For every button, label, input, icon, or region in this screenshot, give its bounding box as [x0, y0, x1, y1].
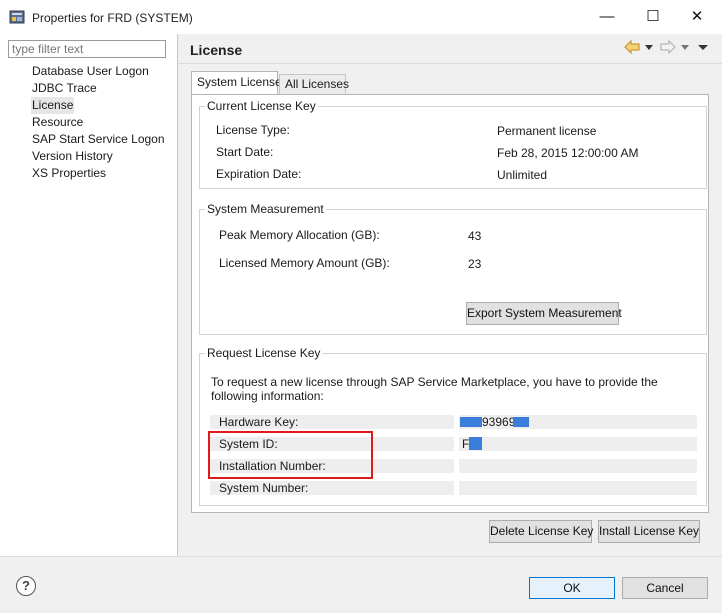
redaction-mark — [460, 417, 482, 427]
window-title: Properties for FRD (SYSTEM) — [32, 11, 193, 25]
license-type-label: License Type: — [216, 123, 290, 137]
navigation-pane — [0, 34, 177, 556]
nav-item-license[interactable]: License — [31, 97, 75, 114]
peak-memory-label: Peak Memory Allocation (GB): — [219, 228, 380, 242]
nav-item-jdbc-trace[interactable]: JDBC Trace — [31, 80, 98, 97]
ok-button[interactable]: OK — [529, 577, 615, 599]
page-title: License — [190, 42, 243, 58]
app-icon — [9, 10, 25, 24]
nav-item-database-user-logon[interactable]: Database User Logon — [31, 63, 150, 80]
peak-memory-value: 43 — [468, 229, 482, 243]
start-date-value: Feb 28, 2015 12:00:00 AM — [497, 146, 639, 160]
filter-input[interactable] — [8, 40, 166, 58]
redaction-mark — [513, 417, 529, 427]
help-icon[interactable]: ? — [16, 576, 36, 596]
nav-item-version-history[interactable]: Version History — [31, 148, 114, 165]
close-button[interactable]: ✕ — [682, 6, 712, 28]
hardware-key-label: Hardware Key: — [219, 415, 299, 429]
tab-all-licenses[interactable]: All Licenses — [279, 74, 349, 94]
back-arrow-icon[interactable] — [624, 39, 640, 56]
licensed-memory-label: Licensed Memory Amount (GB): — [219, 256, 390, 270]
start-date-label: Start Date: — [216, 145, 274, 159]
group-title: Current License Key — [205, 99, 318, 113]
nav-item-xs-properties[interactable]: XS Properties — [31, 165, 107, 182]
expiration-date-value: Unlimited — [497, 168, 548, 182]
expiration-date-label: Expiration Date: — [216, 167, 302, 181]
install-license-key-button[interactable]: Install License Key — [598, 520, 700, 543]
request-intro-text: To request a new license through SAP Ser… — [211, 375, 658, 403]
export-system-measurement-button[interactable]: Export System Measurement — [466, 302, 622, 325]
delete-license-key-button[interactable]: Delete License Key — [489, 520, 593, 543]
license-type-value: Permanent license — [497, 124, 597, 138]
hardware-key-value: 93969 — [482, 415, 516, 429]
dropdown-icon[interactable] — [681, 40, 689, 56]
forward-arrow-icon[interactable] — [660, 39, 676, 56]
nav-item-resource[interactable]: Resource — [31, 114, 84, 131]
view-menu-icon[interactable] — [698, 40, 708, 56]
cancel-button[interactable]: Cancel — [622, 577, 708, 599]
system-number-label: System Number: — [219, 481, 309, 495]
redaction-mark — [469, 437, 482, 450]
group-title: Request License Key — [205, 346, 323, 360]
page-header — [178, 34, 722, 64]
tab-system-license[interactable]: System License — [191, 71, 282, 95]
nav-item-sap-start-service-logon[interactable]: SAP Start Service Logon — [31, 131, 166, 148]
group-title: System Measurement — [205, 202, 326, 216]
minimize-button[interactable]: — — [592, 6, 622, 28]
maximize-button[interactable]: ☐ — [638, 6, 668, 28]
value-background — [459, 481, 697, 495]
licensed-memory-value: 23 — [468, 257, 482, 271]
highlight-annotation — [208, 431, 373, 479]
dropdown-icon[interactable] — [645, 40, 653, 56]
value-background — [459, 437, 697, 451]
value-background — [459, 459, 697, 473]
